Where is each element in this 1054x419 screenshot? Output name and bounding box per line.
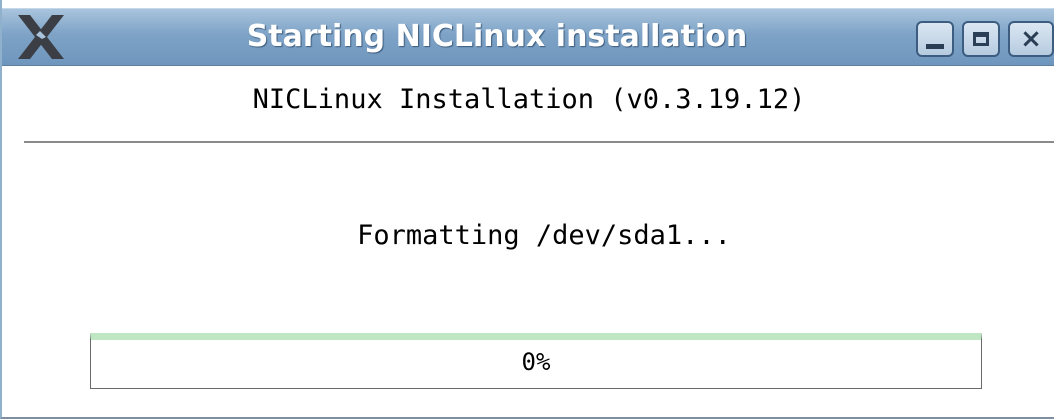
installation-heading: NICLinux Installation (v0.3.19.12) [252,84,806,115]
minimize-icon [926,43,944,49]
minimize-button[interactable] [916,21,954,57]
x-logo-icon[interactable] [16,13,66,61]
close-icon: × [1020,24,1042,54]
window-title: Starting NICLinux installation [246,19,748,54]
progress-bar: 0% [90,333,982,389]
title-bar[interactable]: Starting NICLinux installation × [2,8,1054,66]
installer-window: Starting NICLinux installation × NICLinu… [0,0,1054,419]
maximize-icon [973,32,989,46]
progress-label: 0% [521,348,551,376]
divider [24,141,1054,143]
maximize-button[interactable] [962,21,1000,57]
close-button[interactable]: × [1008,21,1054,57]
status-message: Formatting /dev/sda1... [357,220,731,251]
